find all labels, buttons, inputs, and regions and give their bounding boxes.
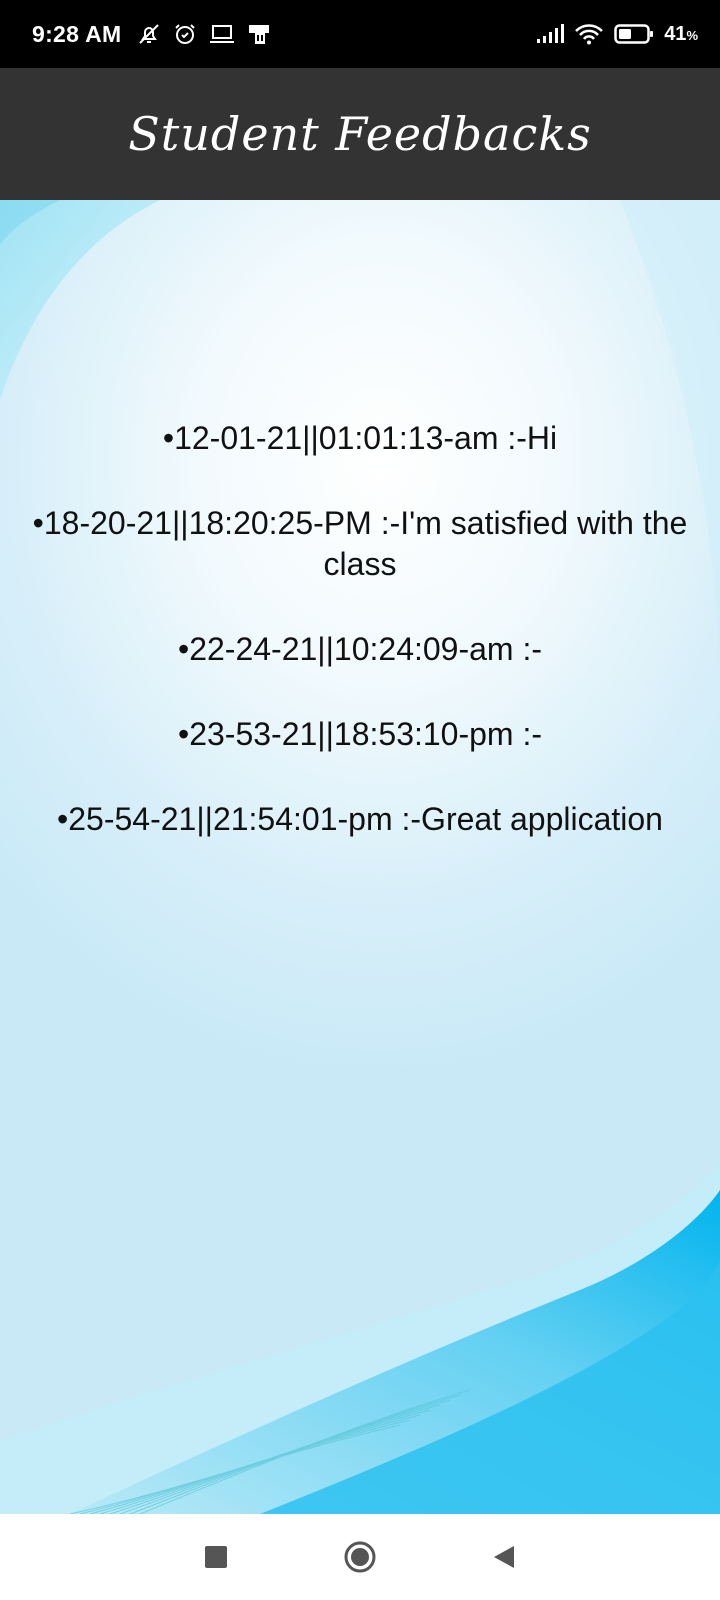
recents-square-icon [205,1546,227,1568]
status-right: 41% [536,23,698,46]
back-button[interactable] [474,1527,534,1587]
sim-card-icon [247,22,271,46]
feedback-item: •25-54-21||21:54:01-pm :-Great applicati… [57,801,663,837]
status-time: 9:28 AM [32,20,122,47]
status-left: 9:28 AM [32,21,283,48]
battery-icon [614,23,654,45]
feedback-item: •12-01-21||01:01:13-am :-Hi [162,420,558,456]
app-bar: Student Feedbacks [0,68,720,200]
wifi-icon [574,23,604,45]
back-triangle-icon [494,1546,514,1568]
battery-percent: 41% [664,22,698,45]
signal-icon [536,24,565,44]
navigation-bar [0,1514,720,1600]
page-title: Student Feedbacks [128,107,592,161]
feedback-item: •22-24-21||10:24:09-am :- [177,631,543,667]
alarm-icon [173,22,197,46]
laptop-icon [209,23,235,45]
feedback-content: •12-01-21||01:01:13-am :-Hi •18-20-21||1… [0,200,720,1514]
bell-off-icon [137,22,161,46]
recents-button[interactable] [186,1527,246,1587]
feedback-list: •12-01-21||01:01:13-am :-Hi •18-20-21||1… [10,418,710,884]
feedback-item: •18-20-21||18:20:25-PM :-I'm satisfied w… [32,505,688,582]
home-button[interactable] [330,1527,390,1587]
home-circle-icon [344,1541,376,1573]
feedback-item: •23-53-21||18:53:10-pm :- [177,716,543,752]
status-bar: 9:28 AM 41% [0,0,720,68]
